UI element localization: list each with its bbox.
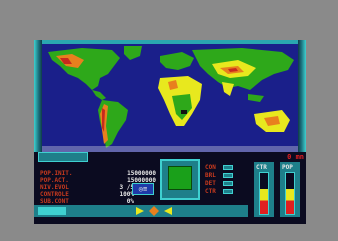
stat-label-controle: CONTROLE	[40, 191, 69, 198]
option-con-label: CON	[205, 164, 216, 171]
stat-value-sub-cont: 0%	[126, 198, 134, 205]
elapsed-time: 0 mn	[287, 153, 304, 161]
option-brl-label: BRL	[205, 172, 216, 179]
stats-values-panel: 15000000 15000000 3 /5 100% 0%	[90, 160, 158, 205]
option-det-label: DET	[205, 180, 216, 187]
option-det-toggle[interactable]	[223, 181, 233, 186]
monitor-display	[168, 166, 192, 190]
stat-label-sub-cont: SUB.CONT	[40, 198, 69, 205]
pop-gauge-fill	[286, 188, 294, 214]
stats-labels-panel: POP.INIT. POP.ACT. NIV.EVOL CONTROLE SUB…	[38, 163, 88, 205]
infection-marker	[181, 110, 187, 114]
north-america	[48, 48, 120, 90]
options-panel: CON BRL DET CTR	[205, 162, 247, 202]
europe	[160, 52, 194, 70]
monitor-screen[interactable]	[160, 159, 200, 200]
frame-left-pillar	[34, 40, 42, 152]
stat-value-pop-init: 15000000	[127, 170, 156, 177]
panel-header-left	[38, 152, 88, 162]
diamond-icon	[149, 206, 159, 216]
stat-label-pop-act: POP.ACT.	[40, 177, 69, 184]
option-brl-toggle[interactable]	[223, 173, 233, 178]
stat-label-pop-init: POP.INIT.	[40, 170, 73, 177]
option-ctr-toggle[interactable]	[223, 189, 233, 194]
arrow-right-icon	[136, 207, 144, 215]
ctr-gauge-fill	[260, 188, 268, 214]
navigation-arrows	[136, 206, 172, 216]
pop-gauge	[285, 172, 295, 215]
world-map[interactable]	[42, 44, 298, 152]
pop-gauge-label: POP	[282, 164, 293, 171]
option-con-toggle[interactable]	[223, 165, 233, 170]
ctr-gauge-label: CTR	[256, 164, 267, 171]
bottom-left-button[interactable]	[38, 207, 66, 215]
arrow-left-icon	[164, 207, 172, 215]
ctr-gauge	[259, 172, 269, 215]
view-toggle-button[interactable]: ◎≡	[132, 183, 154, 195]
greenland	[124, 46, 142, 60]
world-map-graphic	[42, 46, 298, 152]
frame-right-pillar	[298, 40, 306, 152]
stat-label-niv-evol: NIV.EVOL	[40, 184, 69, 191]
option-ctr-label: CTR	[205, 188, 216, 195]
